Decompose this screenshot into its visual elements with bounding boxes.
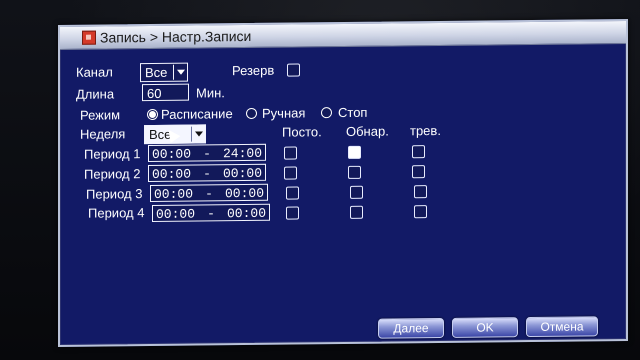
- period-1-constant-checkbox[interactable]: [284, 146, 297, 160]
- period-2-start[interactable]: 00:00: [152, 166, 191, 182]
- record-icon: [82, 30, 96, 45]
- week-label: Неделя: [80, 126, 126, 142]
- column-header-alarm: трев.: [410, 122, 441, 139]
- period-1-time[interactable]: 00:00 - 24:00: [148, 143, 266, 163]
- period-4-label: Период 4: [88, 205, 145, 221]
- mode-option-stop: Стоп: [338, 104, 368, 121]
- period-3-label: Период 3: [86, 186, 143, 202]
- period-4-constant-checkbox[interactable]: [286, 206, 299, 220]
- period-3-start[interactable]: 00:00: [154, 186, 193, 202]
- length-unit: Мин.: [196, 85, 225, 101]
- period-4-time[interactable]: 00:00 - 00:00: [152, 203, 270, 223]
- record-settings-dialog: Запись > Настр.Записи Канал Все Резерв Д…: [58, 19, 628, 347]
- cancel-button[interactable]: Отмена: [526, 316, 598, 338]
- settings-form: Канал Все Резерв Длина 60 Мин. Режим Рас…: [60, 44, 626, 345]
- period-4-alarm-checkbox[interactable]: [414, 205, 427, 219]
- mode-label: Режим: [80, 107, 121, 123]
- mode-radio-stop[interactable]: [321, 107, 332, 119]
- period-2-end[interactable]: 00:00: [223, 165, 262, 181]
- chevron-down-icon: [191, 126, 205, 142]
- period-1-label: Период 1: [84, 146, 141, 162]
- period-1-alarm-checkbox[interactable]: [412, 145, 425, 159]
- period-3-time[interactable]: 00:00 - 00:00: [150, 183, 268, 203]
- period-3-end[interactable]: 00:00: [225, 185, 264, 201]
- period-2-label: Период 2: [84, 166, 141, 182]
- period-3-motion-checkbox[interactable]: [350, 185, 363, 199]
- column-header-motion: Обнар.: [346, 123, 389, 139]
- mode-option-manual: Ручная: [262, 105, 306, 121]
- period-4-motion-checkbox[interactable]: [350, 205, 363, 219]
- period-3-alarm-checkbox[interactable]: [414, 185, 427, 199]
- mode-radio-schedule[interactable]: [147, 108, 158, 121]
- chevron-down-icon: [173, 64, 187, 80]
- length-label: Длина: [76, 86, 115, 102]
- dialog-title: Запись > Настр.Записи: [100, 27, 252, 46]
- period-3-constant-checkbox[interactable]: [286, 186, 299, 200]
- period-1-end[interactable]: 24:00: [223, 145, 262, 161]
- period-4-separator: -: [207, 206, 215, 222]
- period-2-motion-checkbox[interactable]: [348, 165, 361, 179]
- channel-value: Все: [145, 64, 168, 81]
- period-1-separator: -: [203, 146, 211, 162]
- ok-button[interactable]: OK: [452, 317, 518, 338]
- channel-label: Канал: [76, 64, 113, 80]
- channel-select[interactable]: Все: [140, 62, 188, 83]
- period-2-alarm-checkbox[interactable]: [412, 165, 425, 179]
- period-2-separator: -: [203, 166, 211, 182]
- period-1-motion-checkbox[interactable]: [348, 145, 361, 159]
- reserve-label: Резерв: [232, 62, 275, 79]
- mode-radio-manual[interactable]: [246, 107, 257, 120]
- more-button[interactable]: Далее: [378, 317, 444, 339]
- period-3-separator: -: [205, 186, 213, 202]
- length-input[interactable]: 60: [142, 83, 189, 102]
- period-4-start[interactable]: 00:00: [156, 206, 195, 222]
- column-header-constant: Посто.: [282, 124, 322, 140]
- period-2-time[interactable]: 00:00 - 00:00: [148, 163, 266, 183]
- period-2-constant-checkbox[interactable]: [284, 166, 297, 180]
- reserve-checkbox[interactable]: [287, 63, 300, 77]
- mode-option-schedule: Расписание: [161, 106, 233, 122]
- period-1-start[interactable]: 00:00: [152, 146, 191, 162]
- period-4-end[interactable]: 00:00: [227, 205, 266, 221]
